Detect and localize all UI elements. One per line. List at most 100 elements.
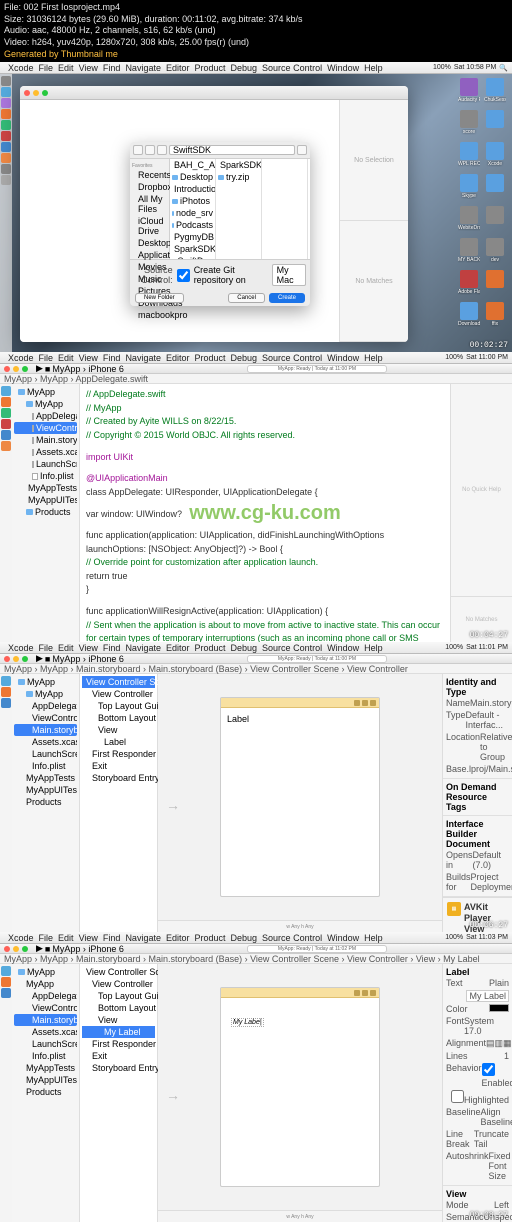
- minimize-icon[interactable]: [13, 946, 19, 952]
- outline-scene[interactable]: View Controller Scene: [82, 676, 155, 688]
- close-icon[interactable]: [4, 946, 10, 952]
- menu-window[interactable]: Window: [327, 353, 359, 363]
- size-class-bar[interactable]: w Any h Any: [158, 1210, 442, 1222]
- dock-icon[interactable]: [1, 397, 11, 407]
- menu-debug[interactable]: Debug: [231, 353, 258, 363]
- size-class-bar[interactable]: w Any h Any: [158, 920, 442, 932]
- file-row[interactable]: PygmyDB: [170, 231, 215, 243]
- menu-item[interactable]: File: [39, 643, 54, 653]
- baseline-popup[interactable]: Align Baselines: [481, 1107, 512, 1127]
- desktop-item[interactable]: MY BACKUP: [458, 238, 480, 266]
- menu-app[interactable]: Xcode: [8, 63, 34, 73]
- stop-button[interactable]: ■: [45, 654, 50, 664]
- desktop-item[interactable]: Xcode: [484, 142, 506, 170]
- desktop-item[interactable]: [484, 270, 506, 298]
- file-row[interactable]: Desktop: [170, 171, 215, 183]
- nav-file[interactable]: AppDelegate.swift: [14, 990, 77, 1002]
- desktop-item[interactable]: xcore: [458, 110, 480, 138]
- dock-itunes-icon[interactable]: [1, 98, 11, 108]
- search-field[interactable]: [297, 145, 307, 155]
- sidebar-item[interactable]: Applications: [132, 249, 167, 261]
- file-row[interactable]: SwiftDev: [170, 255, 215, 259]
- outline-exit[interactable]: Exit: [82, 1050, 155, 1062]
- dock-icon[interactable]: [1, 419, 11, 429]
- jump-bar[interactable]: MyApp › MyApp › AppDelegate.swift: [0, 374, 512, 384]
- desktop-item[interactable]: [484, 206, 506, 234]
- new-folder-button[interactable]: New Folder: [135, 293, 184, 303]
- color-well[interactable]: [489, 1004, 509, 1012]
- outline-scene[interactable]: View Controller Scene: [82, 966, 155, 978]
- menu-window[interactable]: Window: [327, 63, 359, 73]
- scheme[interactable]: MyApp › iPhone 6: [52, 944, 124, 954]
- dock-icon[interactable]: [1, 687, 11, 697]
- nav-file[interactable]: LaunchScreen.storyboard: [14, 1038, 77, 1050]
- dock-icon[interactable]: [1, 430, 11, 440]
- menu-item[interactable]: Editor: [166, 643, 190, 653]
- nav-group[interactable]: Products: [14, 796, 77, 808]
- file-row[interactable]: SparkSDK: [170, 243, 215, 255]
- outline-first-responder[interactable]: First Responder: [82, 748, 155, 760]
- nav-group[interactable]: MyApp: [14, 398, 77, 410]
- desktop-item[interactable]: WPL RECORD: [458, 142, 480, 170]
- file-row[interactable]: SparkSDK_Try-master: [216, 159, 261, 171]
- sidebar-item[interactable]: All My Files: [132, 193, 167, 215]
- menu-help[interactable]: Help: [364, 353, 383, 363]
- menu-editor[interactable]: Editor: [166, 353, 190, 363]
- menu-item[interactable]: Navigate: [125, 643, 161, 653]
- stop-button[interactable]: ■: [45, 944, 50, 954]
- dock-settings-icon[interactable]: [1, 175, 11, 185]
- zoom-icon[interactable]: [22, 656, 28, 662]
- ib-canvas[interactable]: → My Labe|: [158, 964, 442, 1210]
- linebreak-popup[interactable]: Truncate Tail: [474, 1129, 509, 1149]
- desktop-item[interactable]: dev: [484, 238, 506, 266]
- enabled-checkbox[interactable]: [482, 1063, 495, 1076]
- desktop-item[interactable]: Downloads: [458, 302, 480, 330]
- nav-fwd-button[interactable]: [145, 145, 155, 155]
- jump-bar[interactable]: MyApp › MyApp › Main.storyboard › Main.s…: [0, 954, 512, 964]
- menu-file[interactable]: File: [39, 353, 54, 363]
- outline-exit[interactable]: Exit: [82, 760, 155, 772]
- nav-group[interactable]: MyAppUITests: [14, 784, 77, 796]
- menu-item[interactable]: File: [39, 933, 54, 943]
- zoom-icon[interactable]: [42, 90, 48, 96]
- dock-icon[interactable]: [1, 109, 11, 119]
- menu-app[interactable]: Xcode: [8, 353, 34, 363]
- menu-navigate[interactable]: Navigate: [125, 63, 161, 73]
- menu-app[interactable]: Xcode: [8, 933, 34, 943]
- nav-file[interactable]: AppDelegate.swift: [14, 410, 77, 422]
- canvas-icon[interactable]: [354, 700, 360, 706]
- nav-file[interactable]: Main.storyboard: [14, 434, 77, 446]
- view-mode-button[interactable]: [157, 145, 167, 155]
- dock-icon[interactable]: [1, 131, 11, 141]
- desktop-item[interactable]: Audacity Proj: [458, 78, 480, 106]
- outline-item[interactable]: View: [82, 1014, 155, 1026]
- source-editor[interactable]: // AppDelegate.swift // MyApp // Created…: [80, 384, 450, 642]
- outline-vc[interactable]: View Controller: [82, 978, 155, 990]
- menu-edit[interactable]: Edit: [58, 353, 74, 363]
- desktop-item[interactable]: ffix: [484, 302, 506, 330]
- file-row[interactable]: node_srv: [170, 207, 215, 219]
- menu-item[interactable]: View: [79, 933, 98, 943]
- zoom-icon[interactable]: [22, 946, 28, 952]
- desktop-item[interactable]: Adobe Flash Player Installer: [458, 270, 480, 298]
- view-controller-canvas[interactable]: My Labe|: [220, 987, 380, 1187]
- outline-item-selected[interactable]: My Label: [82, 1026, 155, 1038]
- location-popup[interactable]: Relative to Group: [480, 732, 512, 762]
- git-location-popup[interactable]: My Mac: [272, 264, 306, 286]
- nav-file-selected[interactable]: Main.storyboard: [14, 724, 77, 736]
- menu-item[interactable]: Find: [103, 933, 121, 943]
- menu-item[interactable]: Navigate: [125, 933, 161, 943]
- autoshrink-popup[interactable]: Fixed Font Size: [489, 1151, 511, 1181]
- outline-item[interactable]: Bottom Layout Guide: [82, 1002, 155, 1014]
- desktop-item[interactable]: [484, 110, 506, 138]
- minimize-icon[interactable]: [13, 656, 19, 662]
- file-row[interactable]: iPhotos: [170, 195, 215, 207]
- menu-product[interactable]: Product: [194, 63, 225, 73]
- label-editing[interactable]: My Labe|: [231, 1018, 264, 1027]
- view-controller-canvas[interactable]: Label: [220, 697, 380, 897]
- nav-root[interactable]: MyApp: [14, 966, 77, 978]
- nav-file[interactable]: Info.plist: [14, 1050, 77, 1062]
- outline-first-responder[interactable]: First Responder: [82, 1038, 155, 1050]
- dock-icon[interactable]: [1, 966, 11, 976]
- file-row[interactable]: IntroductionVid: [170, 183, 215, 195]
